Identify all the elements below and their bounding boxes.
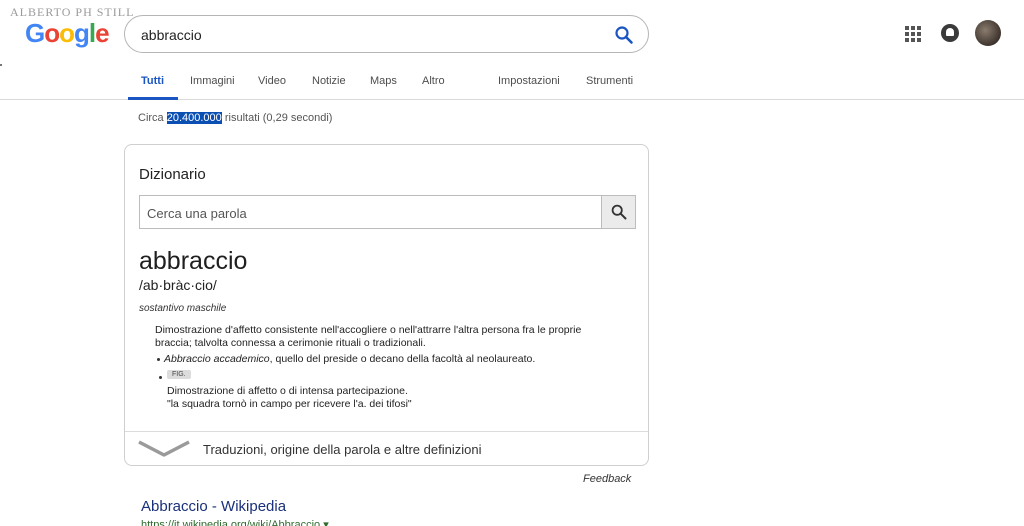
edge-mark xyxy=(0,64,2,66)
headword: abbraccio xyxy=(139,247,248,275)
search-input[interactable] xyxy=(141,25,581,45)
more-definitions-link[interactable]: Traduzioni, origine della parola e altre… xyxy=(203,442,481,457)
stats-suffix: risultati (0,29 secondi) xyxy=(224,112,333,124)
stats-count: 20.400.000 xyxy=(166,112,222,124)
dictionary-search-input[interactable] xyxy=(147,204,587,222)
bell-icon[interactable] xyxy=(941,24,959,42)
result-title-link[interactable]: Abbraccio - Wikipedia xyxy=(141,498,286,515)
bullet xyxy=(159,376,162,379)
result-stats: Circa 20.400.000 risultati (0,29 secondi… xyxy=(138,112,332,124)
logo-letter: g xyxy=(74,18,90,48)
search-icon xyxy=(611,204,627,220)
more-definitions-row[interactable]: Traduzioni, origine della parola e altre… xyxy=(125,431,648,465)
phonetic: /ab·bràc·cio/ xyxy=(139,277,217,293)
tab-strumenti[interactable]: Strumenti xyxy=(586,75,633,87)
example-term: Abbraccio accademico xyxy=(164,353,270,365)
tab-impostazioni[interactable]: Impostazioni xyxy=(498,75,560,87)
tab-notizie[interactable]: Notizie xyxy=(312,75,346,87)
logo-letter: e xyxy=(95,18,110,48)
logo-letter: G xyxy=(25,18,45,48)
definition: Dimostrazione d'affetto consistente nell… xyxy=(155,324,582,349)
stats-prefix: Circa xyxy=(138,112,164,124)
tab-altro[interactable]: Altro xyxy=(422,75,445,87)
dictionary-search xyxy=(139,195,636,229)
card-title: Dizionario xyxy=(139,166,206,183)
fig-definition: Dimostrazione di affetto o di intensa pa… xyxy=(167,385,408,397)
bullet xyxy=(157,357,160,361)
feedback-link[interactable]: Feedback xyxy=(583,473,631,485)
tab-maps[interactable]: Maps xyxy=(370,75,397,87)
search-tabs: Tutti Immagini Video Notizie Maps Altro … xyxy=(0,68,1024,100)
active-tab-indicator xyxy=(128,97,178,100)
tab-immagini[interactable]: Immagini xyxy=(190,75,235,87)
avatar[interactable] xyxy=(975,20,1001,46)
dictionary-card: Dizionario abbraccio /ab·bràc·cio/ sosta… xyxy=(124,144,649,466)
logo-letter: o xyxy=(44,18,60,48)
result-url[interactable]: https://it.wikipedia.org/wiki/Abbraccio … xyxy=(141,518,329,526)
example-1: Abbraccio accademico, quello del preside… xyxy=(157,353,535,365)
apps-grid-icon[interactable] xyxy=(905,26,921,42)
search-box xyxy=(124,15,649,53)
logo-letter: o xyxy=(59,18,75,48)
search-icon[interactable] xyxy=(614,25,634,45)
fig-badge: FIG. xyxy=(167,370,191,379)
fig-example: "la squadra tornò in campo per ricevere … xyxy=(167,398,412,410)
tab-tutti[interactable]: Tutti xyxy=(141,75,164,87)
chevron-down-icon[interactable] xyxy=(137,440,191,458)
tab-video[interactable]: Video xyxy=(258,75,286,87)
dictionary-search-button[interactable] xyxy=(601,195,636,229)
google-logo[interactable]: Google xyxy=(25,18,110,49)
example-rest: , quello del preside o decano della faco… xyxy=(269,353,536,365)
part-of-speech: sostantivo maschile xyxy=(139,303,227,314)
